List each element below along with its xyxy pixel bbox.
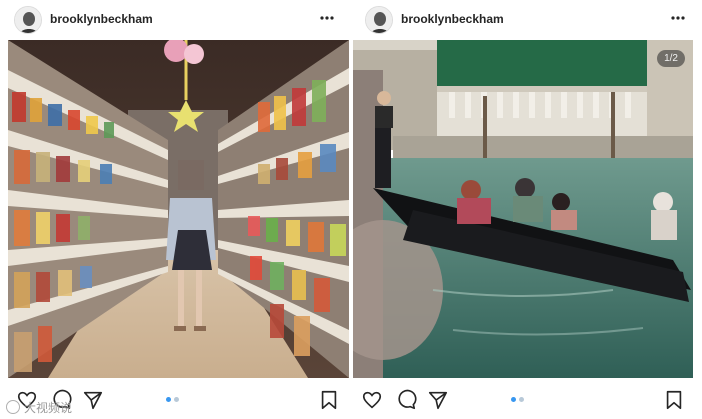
post-actions bbox=[351, 385, 702, 415]
more-options-icon[interactable] bbox=[317, 8, 337, 28]
share-icon[interactable] bbox=[82, 389, 104, 411]
username[interactable]: brooklynbeckham bbox=[401, 12, 504, 26]
post-photo-gondola[interactable]: 1/2 bbox=[353, 40, 693, 378]
carousel-counter: 1/2 bbox=[657, 50, 685, 67]
avatar[interactable] bbox=[365, 6, 393, 34]
avatar-image bbox=[366, 7, 392, 33]
avatar[interactable] bbox=[14, 6, 42, 34]
carousel-dot bbox=[519, 397, 524, 402]
share-icon[interactable] bbox=[427, 389, 449, 411]
watermark-text: 大视频说 bbox=[24, 400, 73, 415]
watermark: 大视频说 bbox=[6, 398, 72, 416]
carousel-dots bbox=[511, 397, 531, 403]
carousel-dot-active bbox=[166, 397, 171, 402]
more-options-icon[interactable] bbox=[668, 8, 688, 28]
post-photo-supermarket[interactable] bbox=[8, 40, 349, 378]
carousel-dot-active bbox=[511, 397, 516, 402]
carousel-dots bbox=[166, 397, 186, 403]
venice-gondola-image bbox=[353, 40, 693, 378]
bookmark-icon[interactable] bbox=[663, 389, 685, 411]
username[interactable]: brooklynbeckham bbox=[50, 12, 153, 26]
post-header: brooklynbeckham bbox=[351, 0, 702, 40]
supermarket-aisle-image bbox=[8, 40, 349, 378]
watermark-logo-icon bbox=[6, 400, 20, 414]
post-header: brooklynbeckham bbox=[0, 0, 351, 40]
comment-icon[interactable] bbox=[395, 389, 417, 411]
bookmark-icon[interactable] bbox=[318, 389, 340, 411]
heart-icon[interactable] bbox=[361, 389, 383, 411]
post-right: brooklynbeckham 1/2 bbox=[351, 0, 702, 419]
avatar-image bbox=[15, 7, 41, 33]
carousel-dot bbox=[174, 397, 179, 402]
post-left: brooklynbeckham bbox=[0, 0, 351, 419]
